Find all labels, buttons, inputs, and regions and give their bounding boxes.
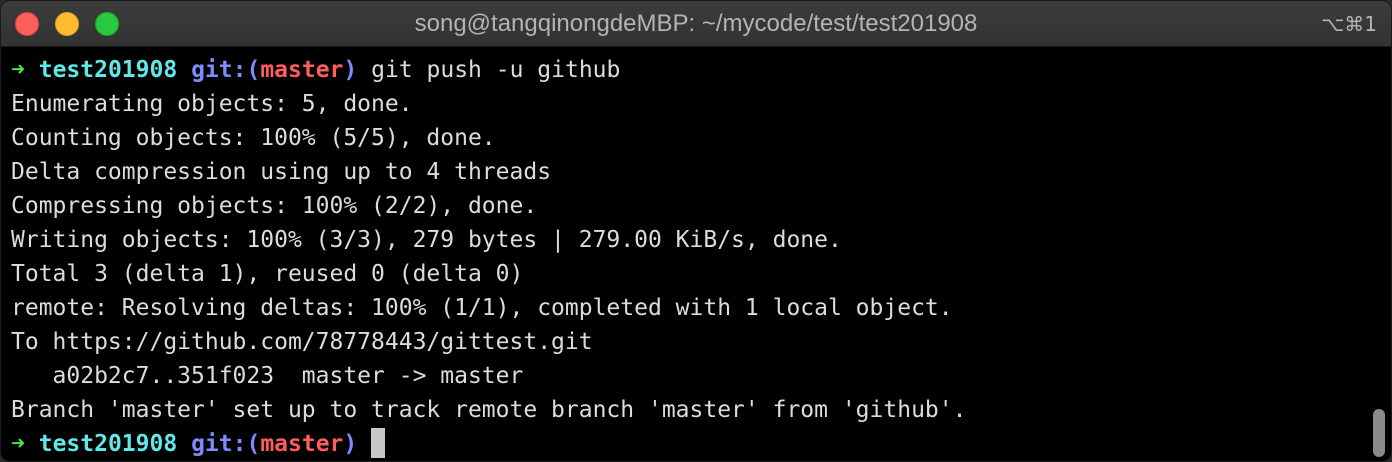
prompt-directory: test201908 — [38, 57, 178, 83]
scrollbar[interactable] — [1373, 409, 1385, 457]
prompt-branch: master — [260, 431, 344, 457]
title-bar[interactable]: song@tangqinongdeMBP: ~/mycode/test/test… — [1, 1, 1391, 47]
prompt-git-suffix: ) — [343, 57, 358, 83]
prompt-git-prefix: git:( — [191, 57, 261, 83]
prompt-branch: master — [260, 57, 344, 83]
prompt-arrow-icon: ➜ — [11, 57, 25, 83]
output-line: Enumerating objects: 5, done. — [11, 91, 413, 117]
output-line: Branch 'master' set up to track remote b… — [11, 397, 967, 423]
prompt-git-prefix: git:( — [191, 431, 261, 457]
prompt-directory: test201908 — [38, 431, 178, 457]
output-line: remote: Resolving deltas: 100% (1/1), co… — [11, 295, 953, 321]
terminal-window: song@tangqinongdeMBP: ~/mycode/test/test… — [0, 0, 1392, 462]
window-shortcut-label: ⌥⌘1 — [1321, 12, 1377, 36]
prompt-git-suffix: ) — [343, 431, 358, 457]
window-title: song@tangqinongdeMBP: ~/mycode/test/test… — [414, 10, 978, 37]
command-text: git push -u github — [371, 57, 621, 83]
prompt-arrow-icon: ➜ — [11, 431, 25, 457]
output-line: Delta compression using up to 4 threads — [11, 159, 552, 185]
output-line: a02b2c7..351f023 master -> master — [11, 363, 524, 389]
prompt-line: ➜ test201908 git:(master) git push -u gi… — [11, 53, 1391, 87]
output-line: Compressing objects: 100% (2/2), done. — [11, 193, 538, 219]
output-line: To https://github.com/78778443/gittest.g… — [11, 329, 593, 355]
output-line: Counting objects: 100% (5/5), done. — [11, 125, 496, 151]
terminal-output[interactable]: ➜ test201908 git:(master) git push -u gi… — [1, 47, 1391, 461]
output-line: Total 3 (delta 1), reused 0 (delta 0) — [11, 261, 524, 287]
current-prompt-line[interactable]: ➜ test201908 git:(master) — [11, 427, 1391, 461]
text-cursor — [371, 427, 386, 458]
output-line: Writing objects: 100% (3/3), 279 bytes |… — [11, 227, 842, 253]
